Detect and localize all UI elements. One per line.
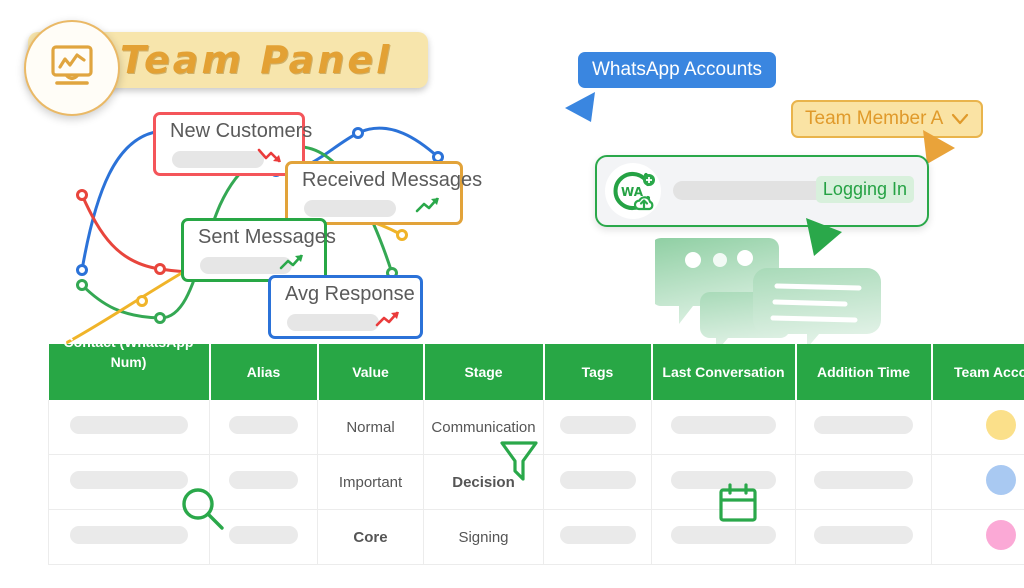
column-header-contact[interactable]: Contact (WhatsApp Num) bbox=[48, 334, 211, 400]
avatar bbox=[986, 520, 1016, 550]
whatsapp-account-row[interactable]: WA Logging In bbox=[595, 155, 929, 227]
metric-label: New Customers bbox=[170, 120, 313, 142]
avatar bbox=[986, 410, 1016, 440]
table-header: Contact (WhatsApp Num) Alias Value Stage… bbox=[48, 334, 1024, 400]
metric-label: Received Messages bbox=[302, 169, 483, 191]
tags-placeholder bbox=[559, 416, 636, 434]
chevron-down-icon[interactable] bbox=[951, 113, 969, 125]
metric-card-sent-messages[interactable]: Sent Messages bbox=[181, 218, 336, 282]
cell-value: Important bbox=[317, 454, 424, 510]
chat-bubbles-decoration bbox=[655, 238, 881, 348]
contact-placeholder bbox=[69, 526, 189, 544]
column-header-value[interactable]: Value bbox=[317, 344, 425, 400]
search-icon[interactable] bbox=[178, 484, 230, 536]
metric-label: Avg Response bbox=[285, 283, 415, 305]
column-header-stage[interactable]: Stage bbox=[423, 344, 545, 400]
cell-stage: Signing bbox=[423, 509, 544, 565]
metric-card-avg-response[interactable]: Avg Response bbox=[268, 275, 423, 339]
cloud-upload-icon bbox=[633, 196, 654, 211]
table-header-row: Contact (WhatsApp Num) Alias Value Stage… bbox=[48, 334, 1024, 400]
alias-placeholder bbox=[229, 526, 298, 544]
alias-placeholder bbox=[229, 471, 298, 489]
svg-text:WA: WA bbox=[621, 185, 644, 199]
metric-value-placeholder bbox=[172, 151, 264, 168]
column-header-tags[interactable]: Tags bbox=[543, 344, 653, 400]
trend-up-icon bbox=[279, 254, 303, 270]
column-header-alias[interactable]: Alias bbox=[209, 344, 319, 400]
calendar-icon[interactable] bbox=[716, 482, 760, 526]
column-header-last-conversation[interactable]: Last Conversation bbox=[651, 344, 797, 400]
contact-placeholder bbox=[69, 471, 189, 489]
metric-label: Sent Messages bbox=[198, 226, 336, 248]
metric-value-placeholder bbox=[287, 314, 379, 331]
column-header-addition-time[interactable]: Addition Time bbox=[795, 344, 933, 400]
cell-alias bbox=[209, 400, 318, 455]
whatsapp-wa-logo-icon: WA bbox=[605, 163, 661, 219]
metric-value-placeholder bbox=[304, 200, 396, 217]
column-header-label: Contact (WhatsApp Num) bbox=[63, 334, 194, 371]
page-root: Team Panel New Customers Received Messag… bbox=[0, 0, 1024, 588]
cell-tags bbox=[543, 454, 652, 510]
cell-contact bbox=[48, 400, 210, 455]
addition-time-placeholder bbox=[814, 416, 913, 434]
metric-card-received-messages[interactable]: Received Messages bbox=[285, 161, 482, 225]
tags-placeholder bbox=[559, 471, 636, 489]
cell-team-account bbox=[931, 509, 1024, 565]
last-conversation-placeholder bbox=[671, 526, 776, 544]
cell-addition-time bbox=[795, 400, 932, 455]
addition-time-placeholder bbox=[814, 526, 913, 544]
metric-card-new-customers[interactable]: New Customers bbox=[153, 112, 312, 176]
cell-value: Core bbox=[317, 509, 424, 565]
pointer-arrow-left-icon bbox=[565, 92, 595, 122]
page-title: Team Panel bbox=[120, 38, 393, 82]
contact-placeholder bbox=[69, 416, 189, 434]
funnel-filter-icon[interactable] bbox=[498, 437, 540, 483]
trend-up-icon bbox=[415, 197, 439, 213]
cell-addition-time bbox=[795, 509, 932, 565]
last-conversation-placeholder bbox=[671, 416, 776, 434]
whatsapp-account-name-placeholder bbox=[673, 181, 828, 200]
trend-down-icon bbox=[257, 148, 281, 163]
cell-team-account bbox=[931, 454, 1024, 510]
trend-up-icon bbox=[375, 311, 399, 327]
column-header-team-account[interactable]: Team Account bbox=[931, 344, 1024, 400]
cell-team-account bbox=[931, 400, 1024, 455]
tags-placeholder bbox=[559, 526, 636, 544]
addition-time-placeholder bbox=[814, 471, 913, 489]
whatsapp-accounts-badge: WhatsApp Accounts bbox=[578, 52, 777, 88]
cell-last-conversation bbox=[651, 400, 796, 455]
avatar bbox=[986, 465, 1016, 495]
cell-tags bbox=[543, 509, 652, 565]
cell-tags bbox=[543, 400, 652, 455]
status-badge: Logging In bbox=[815, 176, 914, 203]
monitor-chart-icon bbox=[44, 38, 100, 99]
alias-placeholder bbox=[229, 416, 298, 434]
cell-value: Normal bbox=[317, 400, 424, 455]
cell-addition-time bbox=[795, 454, 932, 510]
